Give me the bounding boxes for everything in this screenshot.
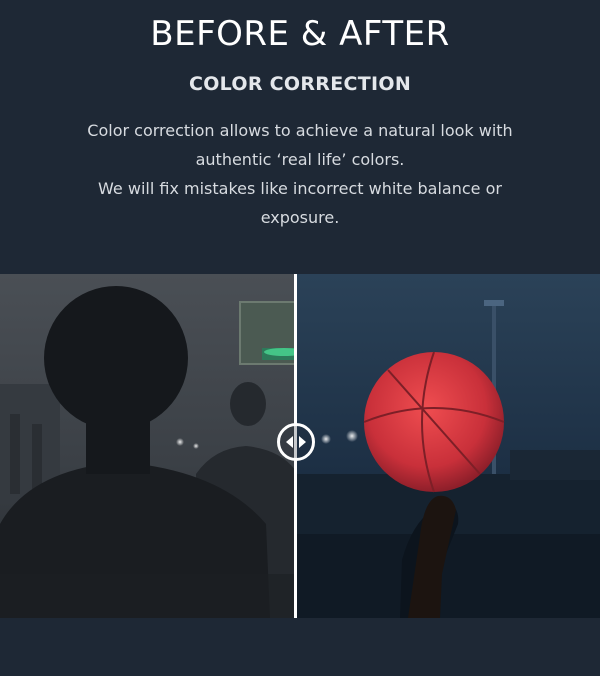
arrows-left-right-icon (286, 436, 306, 448)
section-title: BEFORE & AFTER (150, 14, 450, 54)
comparison-slider-handle[interactable] (277, 423, 315, 461)
description-line: We will fix mistakes like incorrect whit… (98, 179, 502, 198)
section-subtitle: COLOR CORRECTION (188, 73, 412, 95)
before-after-comparison[interactable] (0, 274, 600, 618)
section-description: Color correction allows to achieve a nat… (60, 116, 540, 232)
description-line: authentic ‘real life’ colors. (195, 150, 405, 169)
description-line: Color correction allows to achieve a nat… (87, 121, 513, 140)
section-footer (0, 618, 600, 676)
description-line: exposure. (260, 208, 340, 227)
